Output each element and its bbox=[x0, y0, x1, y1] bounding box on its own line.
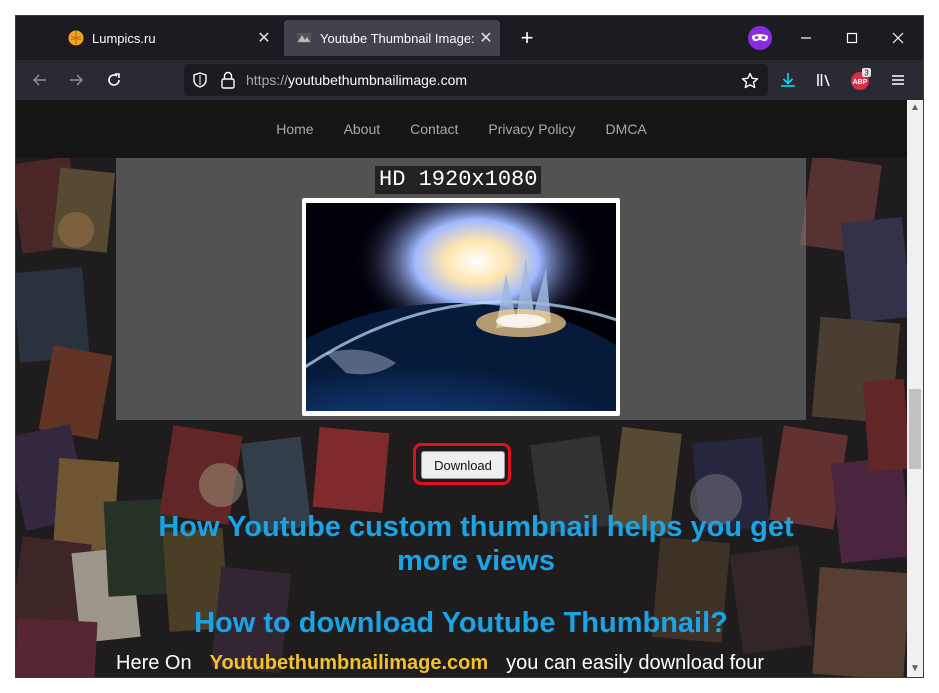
tab-bar: Lumpics.ru ✕ Youtube Thumbnail Image: Do… bbox=[16, 16, 923, 60]
library-icon[interactable] bbox=[812, 68, 836, 92]
download-highlight: Download bbox=[413, 443, 511, 485]
navigation-toolbar: https://youtubethumbnailimage.com ABP 3 bbox=[16, 60, 923, 100]
menu-hamburger-icon[interactable] bbox=[886, 68, 910, 92]
thumbnail-frame bbox=[302, 198, 620, 416]
resolution-label: HD 1920x1080 bbox=[375, 166, 542, 194]
para-start: Here On bbox=[116, 652, 192, 674]
bookmark-star-icon[interactable] bbox=[741, 72, 759, 90]
extension-badge: 3 bbox=[864, 69, 869, 78]
tab-lumpics[interactable]: Lumpics.ru ✕ bbox=[56, 20, 278, 56]
close-tab-icon[interactable]: ✕ bbox=[254, 28, 274, 48]
url-text[interactable]: https://youtubethumbnailimage.com bbox=[246, 72, 467, 88]
new-tab-button[interactable]: + bbox=[516, 27, 538, 50]
close-window-icon[interactable] bbox=[886, 26, 910, 50]
tab-title: Youtube Thumbnail Image: Dow bbox=[320, 30, 476, 46]
minimize-icon[interactable] bbox=[794, 26, 818, 50]
shield-icon[interactable] bbox=[192, 72, 208, 88]
private-browsing-icon bbox=[748, 26, 772, 50]
page-content: Home About Contact Privacy Policy DMCA H… bbox=[16, 100, 907, 677]
back-arrow-icon[interactable] bbox=[28, 68, 52, 92]
lumpics-favicon-icon bbox=[68, 30, 84, 46]
nav-link-contact[interactable]: Contact bbox=[410, 121, 458, 137]
reload-icon[interactable] bbox=[102, 68, 126, 92]
nav-link-privacy-policy[interactable]: Privacy Policy bbox=[488, 121, 575, 137]
brand-link[interactable]: Youtubethumbnailimage.com bbox=[210, 652, 489, 674]
adblock-extension-icon[interactable]: ABP 3 bbox=[848, 68, 872, 92]
lock-icon[interactable] bbox=[220, 71, 236, 89]
downloads-icon[interactable] bbox=[776, 68, 800, 92]
heading-custom-thumbnail: How Youtube custom thumbnail helps you g… bbox=[158, 511, 794, 577]
para-end: you can easily download four bbox=[506, 652, 765, 674]
thumbnail-image[interactable] bbox=[306, 203, 616, 411]
tab-title: Lumpics.ru bbox=[92, 30, 156, 46]
address-bar[interactable]: https://youtubethumbnailimage.com bbox=[184, 64, 768, 96]
vertical-scrollbar[interactable]: ▲ ▼ bbox=[907, 100, 923, 677]
site-nav: Home About Contact Privacy Policy DMCA bbox=[16, 100, 907, 158]
browser-window: Lumpics.ru ✕ Youtube Thumbnail Image: Do… bbox=[16, 16, 923, 677]
intro-paragraph: Here On Youtubethumbnailimage.com you can … bbox=[116, 652, 816, 675]
maximize-icon[interactable] bbox=[840, 26, 864, 50]
scroll-up-arrow-icon[interactable]: ▲ bbox=[907, 100, 923, 116]
extension-label: ABP bbox=[853, 79, 868, 86]
nav-link-home[interactable]: Home bbox=[276, 121, 313, 137]
url-domain: youtubethumbnailimage.com bbox=[288, 72, 468, 88]
forward-arrow-icon[interactable] bbox=[64, 68, 88, 92]
nav-link-dmca[interactable]: DMCA bbox=[606, 121, 647, 137]
scrollbar-thumb[interactable] bbox=[909, 389, 921, 469]
scroll-down-arrow-icon[interactable]: ▼ bbox=[907, 661, 923, 677]
download-button[interactable]: Download bbox=[421, 451, 505, 479]
url-protocol: https:// bbox=[246, 72, 289, 88]
heading-how-to-download: How to download Youtube Thumbnail? bbox=[194, 607, 728, 639]
site-favicon-icon bbox=[297, 33, 311, 43]
tab-youtube-thumbnail[interactable]: Youtube Thumbnail Image: Dow ✕ bbox=[284, 20, 500, 56]
close-tab-icon[interactable]: ✕ bbox=[476, 28, 496, 48]
nav-link-about[interactable]: About bbox=[344, 121, 381, 137]
